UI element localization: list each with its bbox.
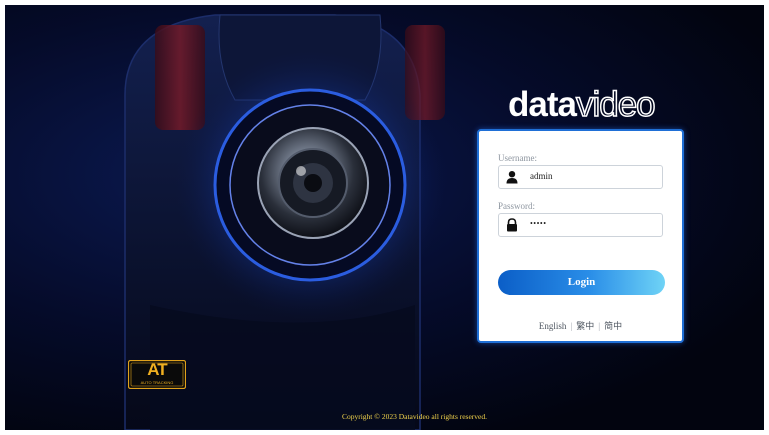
username-label: Username: xyxy=(498,153,537,163)
login-page-background: AT AUTO TRACKING datavideo Username: Pas… xyxy=(5,5,764,430)
language-english-link[interactable]: English xyxy=(539,321,567,331)
logo-text-bold: data xyxy=(508,85,577,124)
password-field[interactable]: ••••• xyxy=(498,213,663,237)
language-separator: | xyxy=(598,321,601,331)
password-label: Password: xyxy=(498,201,536,211)
language-separator: | xyxy=(570,321,573,331)
language-selector: English | 繁中 | 简中 xyxy=(479,319,682,332)
username-field[interactable] xyxy=(498,165,663,189)
logo-text-thin: video xyxy=(575,85,656,124)
login-panel: Username: Password: ••••• Login English|… xyxy=(477,129,684,343)
lock-icon xyxy=(507,218,517,232)
password-input[interactable]: ••••• xyxy=(530,219,650,228)
language-simplified-chinese-link[interactable]: 简中 xyxy=(604,321,622,331)
ptz-camera-illustration xyxy=(124,14,445,430)
language-traditional-chinese-link[interactable]: 繁中 xyxy=(576,321,594,331)
auto-tracking-badge-sublabel: AUTO TRACKING xyxy=(140,380,174,385)
login-button[interactable]: Login xyxy=(498,270,665,295)
username-input[interactable] xyxy=(530,171,650,181)
copyright-footer: Copyright © 2023 Datavideo all rights re… xyxy=(341,412,488,421)
user-icon xyxy=(506,171,518,184)
auto-tracking-badge-label: AT xyxy=(147,360,167,379)
datavideo-logo: datavideo xyxy=(508,85,656,124)
